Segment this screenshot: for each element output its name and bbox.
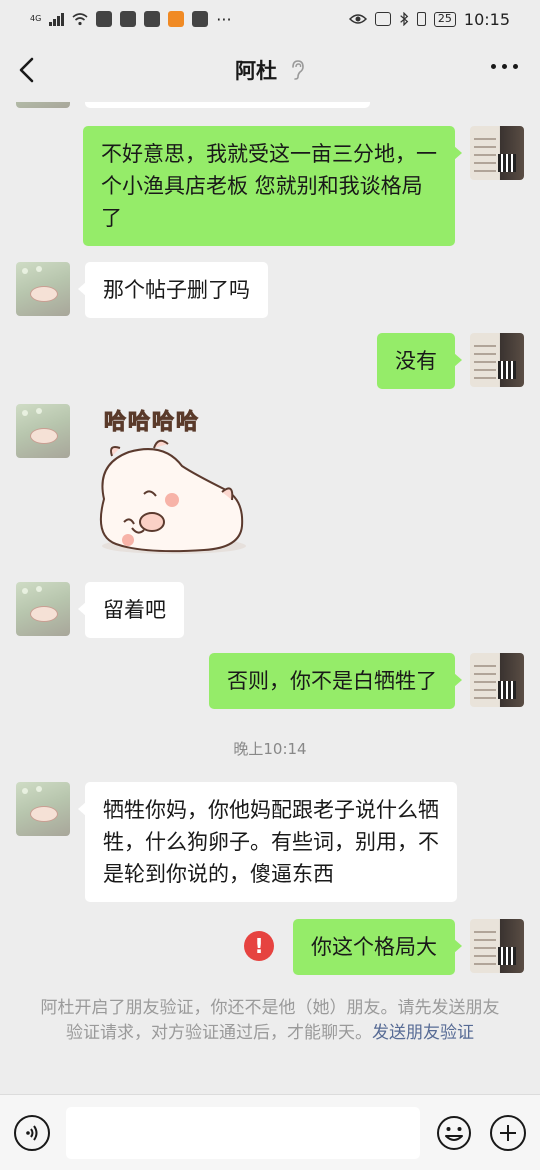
eye-icon — [348, 14, 367, 24]
contact-avatar[interactable] — [16, 782, 70, 836]
self-avatar[interactable] — [470, 333, 524, 387]
clock: 10:15 — [463, 9, 510, 29]
friend-verification-notice: 阿杜开启了朋友验证，你还不是他（她）朋友。请先发送朋友验证请求，对方验证通过后，… — [40, 996, 500, 1046]
status-right: 25 10:15 — [348, 9, 510, 29]
battery-icon: 25 — [433, 11, 456, 27]
message-bubble-sent[interactable]: 否则，你不是白牺牲了 — [209, 653, 462, 709]
music-notification-icon — [192, 11, 209, 27]
message-bubble-received[interactable]: 那个帖子删了吗 — [78, 262, 268, 318]
bluetooth-icon — [400, 12, 409, 26]
video-notification-icon — [168, 11, 185, 27]
plus-icon[interactable] — [490, 1115, 526, 1151]
emoji-icon[interactable] — [436, 1115, 472, 1151]
send-friend-verification-link[interactable]: 发送朋友验证 — [372, 1023, 474, 1043]
qq-notification-icon — [120, 11, 137, 27]
message-input[interactable] — [66, 1107, 420, 1159]
contact-avatar[interactable] — [16, 582, 70, 636]
message-bubble-sent[interactable]: 没有 — [377, 333, 462, 389]
more-dots-icon[interactable] — [491, 64, 518, 69]
contact-avatar[interactable] — [16, 102, 70, 108]
chat-area[interactable]: 不好意思，我就受这一亩三分地，一个小渔具店老板 您就别和我谈格局了 那个帖子删了… — [0, 102, 540, 1092]
ear-icon — [292, 60, 304, 80]
app-notification-icon — [144, 11, 161, 27]
contact-avatar[interactable] — [16, 262, 70, 316]
status-left: 4G ··· — [30, 10, 232, 29]
contact-avatar[interactable] — [16, 404, 70, 458]
message-bubble-sent[interactable]: 你这个格局大 — [293, 919, 462, 975]
send-failed-icon[interactable]: ! — [244, 931, 274, 961]
self-avatar[interactable] — [470, 919, 524, 973]
vibrate-icon — [416, 12, 426, 26]
pig-laughing-sticker[interactable]: 哈哈哈哈 — [84, 404, 254, 564]
chevron-left-icon[interactable] — [16, 56, 40, 84]
more-notifications-icon: ··· — [216, 9, 232, 29]
wechat-notification-icon — [96, 11, 113, 27]
chat-header: 阿杜 — [0, 38, 540, 102]
status-bar: 4G ··· 25 10:15 — [0, 0, 540, 38]
page-title: 阿杜 — [235, 59, 277, 83]
partial-bubble — [85, 102, 370, 108]
self-avatar[interactable] — [470, 653, 524, 707]
network-type: 4G — [30, 14, 42, 23]
wifi-icon — [72, 13, 88, 26]
message-row-partial — [0, 102, 540, 108]
message-bubble-received[interactable]: 牺牲你妈，你他妈配跟老子说什么牺牲，什么狗卵子。有些词，别用，不是轮到你说的，傻… — [78, 782, 457, 902]
message-bubble-sent[interactable]: 不好意思，我就受这一亩三分地，一个小渔具店老板 您就别和我谈格局了 — [83, 126, 462, 246]
nfc-icon — [374, 12, 391, 26]
pig-sticker-icon — [100, 439, 246, 554]
self-avatar[interactable] — [470, 126, 524, 180]
signal-icon — [49, 12, 65, 26]
message-timestamp: 晚上10:14 — [233, 740, 307, 758]
voice-icon[interactable] — [14, 1115, 50, 1151]
title-wrap: 阿杜 — [235, 55, 305, 85]
message-bubble-received[interactable]: 留着吧 — [78, 582, 184, 638]
input-bar — [0, 1094, 540, 1170]
